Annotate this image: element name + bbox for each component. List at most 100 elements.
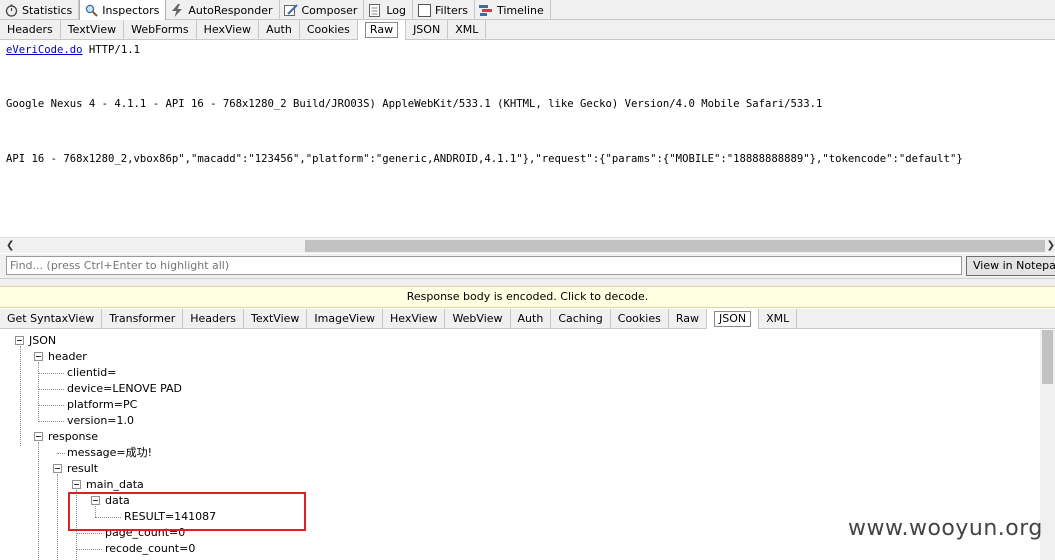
checkbox-icon [417,3,431,17]
collapse-toggle-icon[interactable] [15,336,24,345]
tree-node-response[interactable]: response [48,429,98,445]
resp-tab-raw[interactable]: Raw [669,308,707,329]
resp-tab-caching-label: Caching [558,312,603,325]
pane-splitter[interactable] [0,278,1055,286]
tab-inspectors[interactable]: Inspectors [79,0,167,20]
resp-tab-imageview[interactable]: ImageView [307,308,383,329]
req-tab-json-label: JSON [413,23,441,36]
tree-node-recode-count[interactable]: recode_count=0 [105,541,195,557]
decode-notice-bar[interactable]: Response body is encoded. Click to decod… [0,286,1055,308]
collapse-toggle-icon[interactable] [34,432,43,441]
response-tab-strip: Get SyntaxView Transformer Headers TextV… [0,308,1055,329]
resp-tab-cookies-label: Cookies [617,312,661,325]
req-tab-headers-label: Headers [7,23,53,36]
tab-autoresponder-label: AutoResponder [188,3,273,17]
resp-tab-json[interactable]: JSON [706,308,760,329]
tree-guide-line [76,549,102,550]
req-tab-hexview[interactable]: HexView [197,19,260,40]
raw-line-request: eVeriCode.do HTTP/1.1 [6,44,140,56]
resp-tab-webview[interactable]: WebView [445,308,511,329]
timeline-icon [479,3,493,17]
resp-tab-json-label: JSON [713,310,752,327]
resp-tab-syntaxview-label: Get SyntaxView [7,312,95,325]
tree-guide-line [38,362,39,422]
tab-filters[interactable]: Filters [413,0,475,20]
tree-node-platform[interactable]: platform=PC [67,397,137,413]
tab-filters-label: Filters [435,3,468,17]
tab-timeline[interactable]: Timeline [475,0,551,20]
req-tab-xml-label: XML [455,23,479,36]
lightning-icon [170,3,184,17]
req-tab-cookies-label: Cookies [306,23,350,36]
req-tab-textview-label: TextView [67,23,117,36]
resp-tab-hexview[interactable]: HexView [383,308,446,329]
resp-tab-auth-label: Auth [517,312,544,325]
tree-scrollbar-thumb[interactable] [1042,330,1053,384]
tree-guide-line [76,533,102,534]
tree-node-result[interactable]: result [67,461,98,477]
resp-tab-xml[interactable]: XML [759,308,798,329]
raw-line-protocol: HTTP/1.1 [82,44,140,56]
tree-guide-line [20,346,21,446]
view-in-notepad-button[interactable]: View in Notepad [966,256,1055,276]
tree-guide-line [38,373,64,374]
tree-node-clientid[interactable]: clientid= [67,365,116,381]
tab-timeline-label: Timeline [497,3,544,17]
tree-guide-line [38,421,64,422]
tab-log-label: Log [386,3,407,17]
resp-tab-cookies[interactable]: Cookies [611,308,669,329]
raw-request-text[interactable]: eVeriCode.do HTTP/1.1 Google Nexus 4 - 4… [0,40,1055,238]
req-tab-headers[interactable]: Headers [0,19,61,40]
req-tab-xml[interactable]: XML [448,19,487,40]
req-tab-webforms[interactable]: WebForms [124,19,197,40]
req-tab-auth-label: Auth [266,23,292,36]
req-tab-cookies[interactable]: Cookies [300,19,358,40]
tab-log[interactable]: Log [364,0,414,20]
tab-autoresponder[interactable]: AutoResponder [166,0,280,20]
tree-node-main-data[interactable]: main_data [86,477,144,493]
tree-guide-line [57,453,65,454]
tab-statistics[interactable]: Statistics [0,0,80,20]
req-tab-hexview-label: HexView [203,23,252,36]
req-tab-json[interactable]: JSON [406,19,449,40]
stopwatch-icon [4,3,18,17]
raw-line-user-agent: Google Nexus 4 - 4.1.1 - API 16 - 768x12… [6,98,823,110]
collapse-toggle-icon[interactable] [53,464,62,473]
tree-node-version[interactable]: version=1.0 [67,413,134,429]
resp-tab-transformer[interactable]: Transformer [102,308,184,329]
log-icon [368,3,382,17]
req-tab-webforms-label: WebForms [131,23,189,36]
req-tab-raw[interactable]: Raw [357,19,407,40]
resp-tab-xml-label: XML [766,312,790,325]
scroll-right-icon[interactable]: ❯ [1047,238,1055,254]
resp-tab-syntaxview[interactable]: Get SyntaxView [0,308,103,329]
tab-inspectors-label: Inspectors [102,3,160,17]
request-url-link[interactable]: eVeriCode.do [6,44,83,56]
tree-node-message[interactable]: message=成功! [67,445,152,461]
raw-horizontal-scrollbar[interactable]: ❮ ❯ [0,237,1055,253]
req-tab-auth[interactable]: Auth [259,19,300,40]
resp-tab-auth[interactable]: Auth [511,308,552,329]
main-tab-strip: Statistics Inspectors AutoResponder Comp… [0,0,1055,20]
resp-tab-headers[interactable]: Headers [183,308,245,329]
tree-node-json[interactable]: JSON [29,333,56,349]
scroll-left-icon[interactable]: ❮ [6,238,14,254]
tree-node-device[interactable]: device=LENOVE PAD [67,381,182,397]
req-tab-textview[interactable]: TextView [61,19,125,40]
scrollbar-thumb[interactable] [305,240,1045,252]
resp-tab-caching[interactable]: Caching [551,308,611,329]
magnifier-icon [84,3,98,17]
resp-tab-textview-label: TextView [251,312,300,325]
find-input[interactable] [6,256,962,275]
collapse-toggle-icon[interactable] [34,352,43,361]
tree-guide-line [38,389,64,390]
resp-tab-imageview-label: ImageView [314,312,375,325]
collapse-toggle-icon[interactable] [72,480,81,489]
req-tab-raw-label: Raw [364,21,399,38]
tree-guide-line [38,405,64,406]
tree-node-header[interactable]: header [48,349,87,365]
pencil-icon [283,3,298,17]
tab-composer[interactable]: Composer [280,0,365,20]
request-tab-strip: Headers TextView WebForms HexView Auth C… [0,19,1055,40]
resp-tab-textview[interactable]: TextView [244,308,308,329]
